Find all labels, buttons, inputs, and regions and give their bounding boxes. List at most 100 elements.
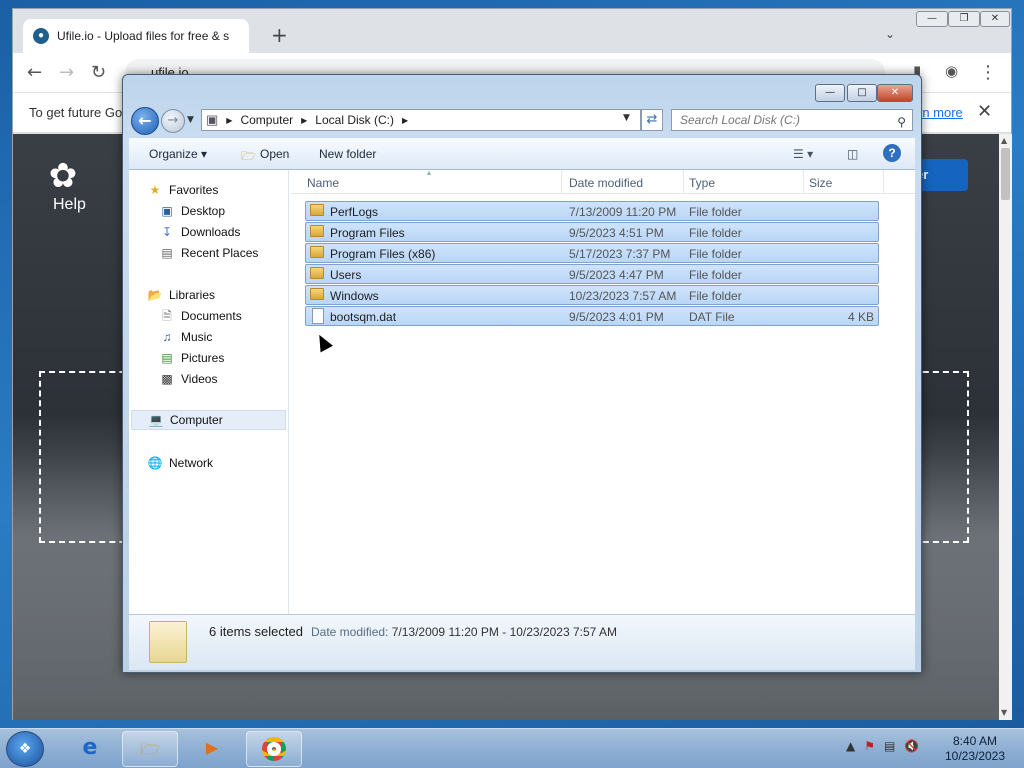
back-button[interactable]: ← bbox=[131, 107, 159, 135]
folder-icon bbox=[310, 246, 324, 258]
dialog-maximize-button[interactable]: □ bbox=[847, 84, 877, 102]
history-dropdown-icon[interactable]: ▼ bbox=[187, 115, 194, 125]
file-row-windows[interactable]: Windows 10/23/2023 7:57 AM File folder bbox=[305, 285, 879, 305]
breadcrumb-local-disk[interactable]: Local Disk (C:) bbox=[315, 113, 394, 127]
file-dialog: — □ ✕ ← → ▼ ▣ ▶ Computer ▶ Local Disk (C… bbox=[122, 74, 922, 673]
file-name: PerfLogs bbox=[330, 205, 379, 219]
dialog-body: ★ Favorites ▣ Desktop ↧ Downloads ▤ Recent P… bbox=[129, 168, 915, 614]
chrome-taskbar-icon[interactable] bbox=[246, 731, 302, 767]
file-date: 7/13/2009 11:20 PM bbox=[569, 205, 677, 219]
column-divider[interactable] bbox=[803, 170, 804, 194]
tab-search-chevron-icon[interactable]: ⌄ bbox=[885, 27, 895, 41]
new-folder-button[interactable]: New folder bbox=[319, 147, 376, 161]
volume-muted-icon[interactable]: 🔇 bbox=[904, 739, 919, 753]
forward-arrow-icon[interactable]: → bbox=[59, 62, 74, 83]
network-tray-icon[interactable]: ▤ bbox=[884, 739, 895, 753]
libraries-icon: 📂 bbox=[147, 288, 163, 302]
file-date: 9/5/2023 4:01 PM bbox=[569, 310, 664, 324]
page-scrollbar[interactable]: ▲ ▼ bbox=[999, 134, 1012, 720]
file-list: ▴ Name Date modified Type Size PerfLogs … bbox=[291, 168, 915, 614]
file-row-program-files-x86[interactable]: Program Files (x86) 5/17/2023 7:37 PM Fi… bbox=[305, 243, 879, 263]
preview-pane-icon[interactable]: ◫ bbox=[847, 147, 858, 161]
help-icon[interactable]: ? bbox=[883, 144, 901, 162]
nav-desktop[interactable]: ▣ Desktop bbox=[159, 201, 225, 221]
nav-documents[interactable]: 🗎 Documents bbox=[159, 306, 242, 326]
column-divider[interactable] bbox=[561, 170, 562, 194]
new-tab-button[interactable]: + bbox=[271, 23, 288, 47]
nav-downloads[interactable]: ↧ Downloads bbox=[159, 222, 240, 242]
learn-more-link[interactable]: rn more bbox=[918, 105, 963, 120]
command-bar: Organize ▾ 🗁 Open New folder ☰ ▾ ◫ ? bbox=[129, 138, 915, 170]
column-header-date-modified[interactable]: Date modified bbox=[569, 176, 643, 190]
column-header-size[interactable]: Size bbox=[809, 176, 832, 190]
breadcrumb-separator-icon[interactable]: ▶ bbox=[301, 116, 307, 125]
nav-computer[interactable]: 💻 Computer bbox=[131, 410, 286, 430]
tray-expand-icon[interactable]: ▲ bbox=[846, 739, 855, 753]
search-input[interactable]: Search Local Disk (C:) ⚲ bbox=[671, 109, 913, 131]
scroll-thumb[interactable] bbox=[1001, 148, 1010, 200]
nav-network[interactable]: 🌐 Network bbox=[147, 453, 214, 473]
back-arrow-icon[interactable]: ← bbox=[27, 62, 42, 83]
restore-button[interactable]: ❐ bbox=[948, 11, 980, 27]
dialog-close-button[interactable]: ✕ bbox=[877, 84, 913, 102]
scroll-up-icon[interactable]: ▲ bbox=[1001, 136, 1007, 145]
column-divider[interactable] bbox=[883, 170, 884, 194]
nav-libraries[interactable]: 📂 Libraries bbox=[147, 285, 216, 305]
address-dropdown-icon[interactable]: ▼ bbox=[623, 113, 630, 123]
system-clock[interactable]: 8:40 AM 10/23/2023 bbox=[940, 734, 1010, 764]
file-row-perflogs[interactable]: PerfLogs 7/13/2009 11:20 PM File folder bbox=[305, 201, 879, 221]
address-breadcrumb[interactable]: ▣ ▶ Computer ▶ Local Disk (C:) ▶ bbox=[201, 109, 641, 131]
help-link[interactable]: Help bbox=[53, 196, 86, 214]
organize-button[interactable]: Organize ▾ bbox=[149, 147, 207, 161]
column-header-type[interactable]: Type bbox=[689, 176, 715, 190]
nav-favorites[interactable]: ★ Favorites bbox=[147, 180, 219, 200]
file-name: Program Files (x86) bbox=[330, 247, 436, 261]
file-type: DAT File bbox=[689, 310, 735, 324]
file-type: File folder bbox=[689, 247, 742, 261]
file-date: 9/5/2023 4:47 PM bbox=[569, 268, 664, 282]
nav-pictures[interactable]: ▤ Pictures bbox=[159, 348, 224, 368]
file-icon bbox=[312, 308, 324, 324]
info-bar-close-icon[interactable]: ✕ bbox=[977, 101, 992, 122]
breadcrumb-computer[interactable]: Computer bbox=[240, 113, 293, 127]
column-divider[interactable] bbox=[683, 170, 684, 194]
refresh-button[interactable]: ⇄ bbox=[641, 109, 663, 131]
breadcrumb-separator-icon[interactable]: ▶ bbox=[226, 116, 232, 125]
browser-tab[interactable]: ● Ufile.io - Upload files for free & s bbox=[23, 19, 249, 53]
nav-videos[interactable]: ▩ Videos bbox=[159, 369, 217, 389]
file-row-bootsqm[interactable]: bootsqm.dat 9/5/2023 4:01 PM DAT File 4 … bbox=[305, 306, 879, 326]
file-explorer-taskbar-icon[interactable]: 🗁 bbox=[122, 731, 178, 767]
file-name: Users bbox=[330, 268, 362, 282]
nav-music[interactable]: ♫ Music bbox=[159, 327, 213, 347]
start-button[interactable]: ❖ bbox=[6, 731, 44, 767]
recent-places-icon: ▤ bbox=[161, 246, 173, 260]
breadcrumb-separator-icon[interactable]: ▶ bbox=[402, 116, 408, 125]
dialog-minimize-button[interactable]: — bbox=[815, 84, 845, 102]
nav-recent-places[interactable]: ▤ Recent Places bbox=[159, 243, 258, 263]
search-placeholder: Search Local Disk (C:) bbox=[680, 113, 801, 127]
date-range: Date modified: 7/13/2009 11:20 PM - 10/2… bbox=[311, 625, 617, 639]
forward-button[interactable]: → bbox=[161, 109, 185, 133]
minimize-button[interactable]: — bbox=[916, 11, 948, 27]
network-icon: 🌐 bbox=[147, 456, 163, 470]
profile-avatar-icon[interactable]: ◉ bbox=[945, 62, 958, 80]
open-button[interactable]: Open bbox=[260, 147, 289, 161]
search-icon[interactable]: ⚲ bbox=[897, 112, 906, 132]
ufile-logo-icon[interactable]: ✿ bbox=[37, 156, 89, 196]
file-row-users[interactable]: Users 9/5/2023 4:47 PM File folder bbox=[305, 264, 879, 284]
close-button[interactable]: ✕ bbox=[980, 11, 1010, 27]
view-options-icon[interactable]: ☰ ▾ bbox=[793, 147, 813, 161]
clock-date: 10/23/2023 bbox=[944, 749, 1006, 763]
tab-title: Ufile.io - Upload files for free & s bbox=[57, 29, 230, 43]
media-player-icon[interactable]: ▶ bbox=[184, 731, 240, 767]
menu-kebab-icon[interactable]: ⋮ bbox=[979, 62, 997, 83]
file-type: File folder bbox=[689, 226, 742, 240]
reload-icon[interactable]: ↻ bbox=[91, 62, 106, 83]
internet-explorer-icon[interactable]: e bbox=[62, 731, 118, 767]
folder-icon bbox=[310, 204, 324, 216]
videos-icon: ▩ bbox=[161, 372, 173, 386]
action-center-icon[interactable]: ⚑ bbox=[864, 739, 875, 753]
file-row-program-files[interactable]: Program Files 9/5/2023 4:51 PM File fold… bbox=[305, 222, 879, 242]
column-header-name[interactable]: Name bbox=[307, 176, 339, 190]
scroll-down-icon[interactable]: ▼ bbox=[1001, 708, 1007, 717]
